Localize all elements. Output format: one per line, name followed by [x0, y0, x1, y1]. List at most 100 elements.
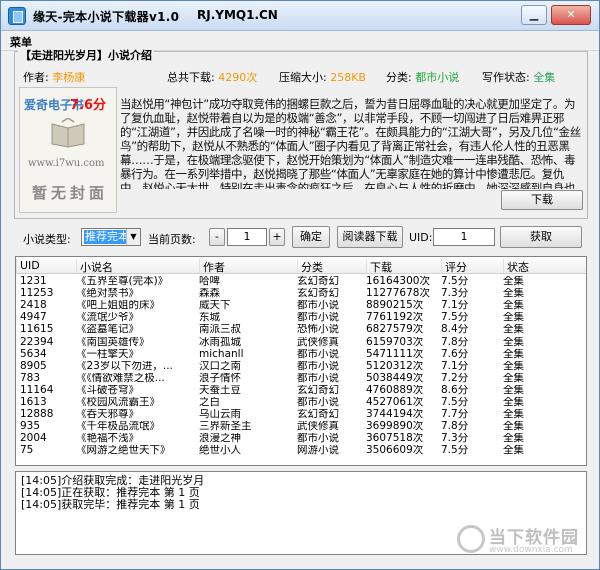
- table-cell: 1613: [20, 397, 47, 408]
- table-cell: 网游小说: [297, 445, 339, 457]
- table-cell: 都市小说: [297, 300, 339, 312]
- table-cell: 《艳福不浅》: [76, 433, 139, 445]
- page-minus-button[interactable]: -: [209, 228, 225, 246]
- table-cell: 《《情欲难禁之极...: [76, 372, 165, 384]
- app-window: 缘天-完本小说下载器v1.0 RJ.YMQ1.CN ▁ ✕ 菜单 【走进阳光岁月…: [0, 0, 600, 570]
- table-cell: 22394: [20, 336, 54, 348]
- type-select[interactable]: 推荐完本 ▼: [81, 228, 141, 246]
- table-cell: 7.5分: [441, 276, 469, 287]
- table-row[interactable]: 22394 《南国英雄传》 冰雨孤城 武侠修真 6159703次 7.8分 全集: [16, 336, 586, 348]
- author-field: 作者: 李杨康: [23, 69, 85, 85]
- table-cell: 5634: [20, 348, 47, 360]
- cover-image: 爱奇电子书 7.6分 www.i7wu.com 暂无封面: [19, 87, 117, 213]
- reader-download-button[interactable]: 阅读器下载: [337, 226, 403, 248]
- author-value: 李杨康: [52, 71, 86, 84]
- table-header: UID 小说名 作者 分类 下载 评分 状态: [16, 257, 586, 274]
- table-row[interactable]: 2418 《吧上姐姐的床》 威天下 都市小说 8890215次 7.1分 全集: [16, 300, 586, 312]
- table-cell: 南派三叔: [199, 324, 241, 336]
- table-cell: 都市小说: [297, 372, 339, 384]
- table-cell: 2004: [20, 433, 47, 445]
- fetch-button[interactable]: 获取: [500, 226, 582, 248]
- table-cell: 8890215次: [366, 300, 424, 312]
- title-bar[interactable]: 缘天-完本小说下载器v1.0 RJ.YMQ1.CN ▁ ✕: [1, 1, 599, 31]
- downloads-field: 总共下载: 4290次: [167, 69, 257, 85]
- cover-score: 7.6分: [70, 98, 107, 113]
- table-cell: 都市小说: [297, 433, 339, 445]
- novel-table: UID 小说名 作者 分类 下载 评分 状态 1231 《五界至尊(完本)》 哈啤玄…: [15, 256, 587, 466]
- table-cell: 全集: [503, 445, 524, 457]
- novel-info-legend: 【走进阳光岁月】小说介绍: [18, 47, 154, 63]
- table-row[interactable]: 4947 《流氓少爷》 东城 都市小说 7761192次 7.5分 全集: [16, 312, 586, 324]
- table-cell: 《一柱擎天》: [76, 348, 139, 360]
- table-cell: 3699890次: [366, 421, 424, 433]
- table-cell: 都市小说: [297, 312, 339, 324]
- table-row[interactable]: 11253 《绝对禁书》 森森 玄幻奇幻 11277678次 7.3分 全集: [16, 288, 586, 300]
- status-value: 全集: [533, 71, 556, 84]
- table-cell: 8.6分: [441, 384, 469, 396]
- table-cell: 全集: [503, 288, 524, 300]
- table-row[interactable]: 12888 《吞天邪尊》 乌山云雨 玄幻奇幻 3744194次 7.7分 全集: [16, 409, 586, 421]
- table-cell: 7.7分: [441, 409, 469, 421]
- table-cell: 都市小说: [297, 360, 339, 372]
- table-row[interactable]: 75 《网游之绝世天下》 绝世小人 网游小说 3506609次 7.5分 全集: [16, 445, 586, 457]
- cover-placeholder: 暂无封面: [32, 184, 109, 202]
- col-category[interactable]: 分类: [297, 259, 323, 274]
- col-downloads[interactable]: 下载: [366, 259, 392, 274]
- col-rating[interactable]: 评分: [441, 259, 467, 274]
- table-cell: 三界新圣主: [199, 421, 252, 433]
- table-cell: 玄幻奇幻: [297, 276, 339, 287]
- table-cell: 全集: [503, 409, 524, 421]
- minimize-button[interactable]: ▁: [521, 5, 547, 25]
- table-cell: 7.3分: [441, 433, 469, 445]
- table-row[interactable]: 935 《千年极品流氓》 三界新圣主 武侠修真 3699890次 7.8分 全集: [16, 421, 586, 433]
- table-cell: 绝世小人: [199, 445, 241, 457]
- table-cell: 5120312次: [366, 360, 424, 372]
- chevron-down-icon[interactable]: ▼: [126, 229, 140, 245]
- table-cell: 《吞天邪尊》: [76, 409, 139, 421]
- col-name[interactable]: 小说名: [76, 259, 113, 274]
- page-plus-button[interactable]: +: [269, 228, 285, 246]
- col-author[interactable]: 作者: [199, 259, 225, 274]
- table-row[interactable]: 1613 《校园风流霸王》 之白 都市小说 4527061次 7.5分 全集: [16, 397, 586, 408]
- table-row[interactable]: 11615 《盗墓笔记》 南派三叔 恐怖小说 6827579次 8.4分 全集: [16, 324, 586, 336]
- novel-title: 【走进阳光岁月】: [20, 49, 108, 62]
- type-select-value: 推荐完本: [84, 230, 126, 244]
- table-cell: 8.4分: [441, 324, 469, 336]
- table-cell: 《吧上姐姐的床》: [76, 300, 160, 312]
- legend-suffix: 小说介绍: [108, 49, 152, 62]
- table-cell: 天蚕土豆: [199, 384, 241, 396]
- table-cell: 7.5分: [441, 312, 469, 324]
- table-cell: 6159703次: [366, 336, 424, 348]
- download-button[interactable]: 下载: [501, 190, 583, 210]
- table-cell: 全集: [503, 312, 524, 324]
- table-cell: 1231: [20, 276, 47, 287]
- table-row[interactable]: 2004 《艳福不浅》 浪漫之神 都市小说 3607518次 7.3分 全集: [16, 433, 586, 445]
- col-uid[interactable]: UID: [16, 259, 40, 273]
- table-cell: 全集: [503, 384, 524, 396]
- table-row[interactable]: 783 《《情欲难禁之极... 浪子情怀 都市小说 5038449次 7.2分 全集: [16, 372, 586, 384]
- confirm-button[interactable]: 确定: [292, 226, 330, 248]
- close-button[interactable]: ✕: [551, 5, 591, 25]
- table-cell: 全集: [503, 336, 524, 348]
- table-row[interactable]: 11164 《斗破苍穹》 天蚕土豆 玄幻奇幻 4760889次 8.6分 全集: [16, 384, 586, 396]
- size-value: 258KB: [330, 71, 366, 84]
- page-input[interactable]: 1: [227, 228, 267, 246]
- window-site: RJ.YMQ1.CN: [197, 8, 278, 22]
- watermark: 当下软件园 www.downxia.com: [453, 521, 593, 561]
- table-cell: 3506609次: [366, 445, 424, 457]
- table-cell: 玄幻奇幻: [297, 288, 339, 300]
- table-cell: 《校园风流霸王》: [76, 397, 160, 408]
- table-row[interactable]: 5634 《一柱擎天》 michanll 都市小说 5471111次 7.6分 全集: [16, 348, 586, 360]
- table-cell: 冰雨孤城: [199, 336, 241, 348]
- table-cell: 6827579次: [366, 324, 424, 336]
- table-row[interactable]: 8905 《23岁以下勿进，... 汉口之南 都市小说 5120312次 7.1分 全集: [16, 360, 586, 372]
- col-status[interactable]: 状态: [503, 259, 529, 274]
- table-cell: 全集: [503, 348, 524, 360]
- uid-input[interactable]: 1: [433, 228, 495, 246]
- table-cell: 7.6分: [441, 348, 469, 360]
- uid-label: UID:: [409, 231, 433, 244]
- table-row[interactable]: 1231 《五界至尊(完本)》 哈啤 玄幻奇幻 16164300次 7.5分 全集: [16, 276, 586, 287]
- table-cell: 哈啤: [199, 276, 220, 287]
- watermark-url: www.downxia.com: [489, 545, 573, 555]
- status-field: 写作状态: 全集: [482, 69, 555, 85]
